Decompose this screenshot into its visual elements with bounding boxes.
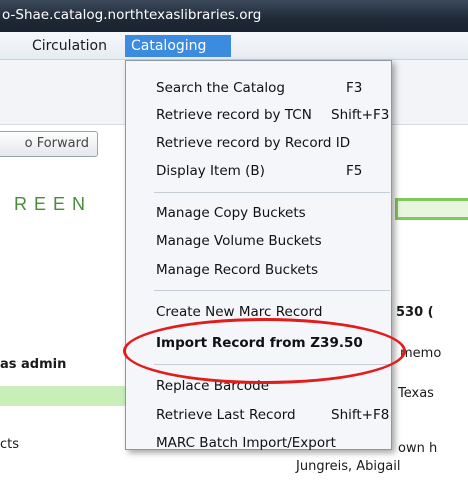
user-label: as admin (0, 357, 67, 372)
menu-separator (154, 192, 390, 193)
menu-separator (154, 290, 390, 291)
evergreen-logo: REEN (14, 194, 93, 214)
cataloging-dropdown-menu: Search the Catalog F3 Retrieve record by… (125, 60, 392, 451)
menu-item-replace-barcode[interactable]: Replace Barcode (156, 375, 269, 397)
window-title-bar: o-Shae.catalog.northtexaslibraries.org (0, 0, 468, 32)
menu-item-display-item[interactable]: Display Item (B) (156, 160, 265, 182)
row-fragment: cts (0, 437, 20, 452)
own-fragment: own h (398, 441, 438, 456)
menu-item-label: MARC Batch Import/Export (156, 435, 336, 451)
menu-item-retrieve-by-record-id[interactable]: Retrieve record by Record ID (156, 132, 350, 154)
green-strip (0, 386, 125, 406)
menu-item-label: Manage Copy Buckets (156, 205, 306, 221)
menu-item-label: Retrieve record by Record ID (156, 135, 351, 151)
menu-item-marc-batch-import-export[interactable]: MARC Batch Import/Export (156, 432, 336, 454)
menu-item-retrieve-last-record[interactable]: Retrieve Last Record (156, 404, 296, 426)
memo-fragment: memo (400, 346, 442, 361)
shortcut-f3: F3 (346, 80, 363, 96)
menu-item-import-record-z3950[interactable]: Import Record from Z39.50 (156, 332, 363, 354)
menu-item-manage-record-buckets[interactable]: Manage Record Buckets (156, 259, 318, 281)
menu-item-label: Search the Catalog (156, 80, 285, 96)
texas-fragment: Texas (398, 386, 434, 401)
menu-item-label: Import Record from Z39.50 (156, 335, 363, 351)
patron-name: Jungreis, Abigail (296, 459, 401, 474)
menu-item-label: Replace Barcode (156, 378, 270, 394)
menu-item-label: Retrieve Last Record (156, 407, 296, 423)
shortcut-shift-f8: Shift+F8 (331, 407, 390, 423)
menu-item-search-catalog[interactable]: Search the Catalog (156, 77, 285, 99)
menu-item-label: Display Item (B) (156, 163, 265, 179)
menu-separator (154, 364, 390, 365)
record-number-fragment: 530 ( (396, 305, 434, 320)
menu-item-label: Create New Marc Record (156, 304, 323, 320)
menu-item-create-new-marc-record[interactable]: Create New Marc Record (156, 301, 322, 323)
menu-item-label: Retrieve record by TCN (156, 107, 312, 123)
menu-circulation-label: Circulation (32, 38, 107, 54)
shortcut-f5: F5 (346, 163, 363, 179)
menu-item-label: Manage Volume Buckets (156, 233, 322, 249)
menu-item-manage-copy-buckets[interactable]: Manage Copy Buckets (156, 202, 306, 224)
menu-cataloging[interactable]: Cataloging (125, 35, 231, 57)
menu-circulation[interactable]: Circulation (26, 35, 113, 57)
green-highlight-bar (395, 198, 468, 220)
menu-cataloging-label: Cataloging (131, 38, 207, 54)
menu-item-manage-volume-buckets[interactable]: Manage Volume Buckets (156, 230, 322, 252)
menu-item-retrieve-by-tcn[interactable]: Retrieve record by TCN (156, 104, 312, 126)
window-title: o-Shae.catalog.northtexaslibraries.org (2, 7, 262, 23)
menubar: Circulation Cataloging (0, 32, 468, 60)
forward-button[interactable]: o Forward (0, 131, 98, 157)
forward-button-label: o Forward (24, 136, 89, 151)
shortcut-shift-f3: Shift+F3 (331, 107, 390, 123)
menu-item-label: Manage Record Buckets (156, 262, 319, 278)
